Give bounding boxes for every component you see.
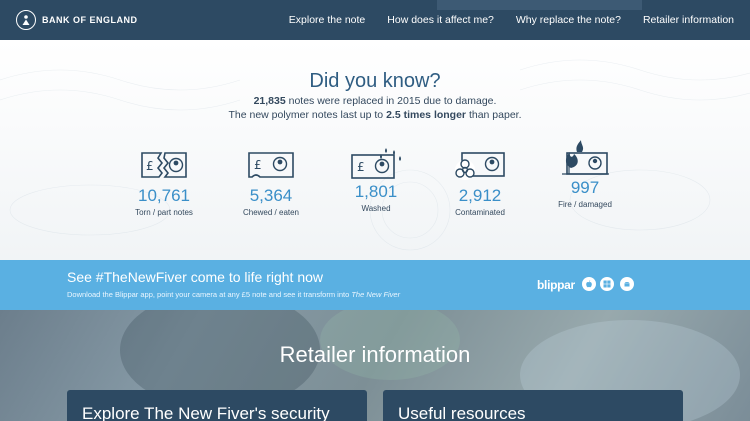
- stat-contaminated-label: Contaminated: [455, 208, 505, 217]
- biohazard-note-icon: [455, 152, 505, 180]
- banner-title: See #TheNewFiver come to life right now: [67, 269, 323, 285]
- banner-subtitle-text: Download the Blippar app, point your cam…: [67, 290, 352, 299]
- security-features-card[interactable]: Explore The New Fiver's security: [67, 390, 367, 421]
- nav-why-replace-the-note[interactable]: Why replace the note?: [516, 14, 621, 26]
- durability-factor: 2.5 times longer: [386, 109, 467, 121]
- replaced-count: 21,835: [253, 95, 286, 107]
- nav-retailer-information[interactable]: Retailer information: [643, 14, 734, 26]
- chewed-note-icon: £: [248, 152, 294, 178]
- polymer-durability-text: The new polymer notes last up to 2.5 tim…: [0, 109, 750, 121]
- retailer-title: Retailer information: [279, 342, 471, 367]
- stat-chewed-label: Chewed / eaten: [242, 208, 300, 217]
- stat-washed-label: Washed: [361, 204, 391, 213]
- damage-summary-text: 21,835 notes were replaced in 2015 due t…: [0, 95, 750, 107]
- stat-chewed-value: 5,364: [249, 186, 293, 205]
- svg-text:£: £: [146, 159, 154, 173]
- britannia-seal-icon: [16, 10, 36, 30]
- blippar-logo[interactable]: blippar: [537, 278, 575, 292]
- did-you-know-section: Did you know? 21,835 notes were replaced…: [0, 40, 750, 260]
- washed-note-icon: £: [351, 148, 401, 179]
- retailer-information-section: Retailer information Explore The New Fiv…: [0, 310, 750, 421]
- durability-start: The new polymer notes last up to: [228, 109, 387, 121]
- stat-washed: £ 1,801 Washed: [326, 146, 426, 213]
- logo-text: BANK OF ENGLAND: [42, 15, 138, 25]
- stat-washed-value: 1,801: [354, 182, 398, 201]
- useful-resources-card[interactable]: Useful resources: [383, 390, 683, 421]
- stat-contaminated: 2,912 Contaminated: [430, 150, 530, 217]
- durability-end: than paper.: [466, 109, 522, 121]
- security-features-card-title: Explore The New Fiver's security: [82, 404, 330, 421]
- torn-note-icon: £: [141, 152, 187, 178]
- nav-explore-the-note[interactable]: Explore the note: [289, 14, 365, 26]
- nav-how-does-it-affect-me[interactable]: How does it affect me?: [387, 14, 494, 26]
- stat-fire: 997 Fire / damaged: [535, 138, 635, 209]
- banner-subtitle: Download the Blippar app, point your cam…: [67, 290, 400, 299]
- svg-text:£: £: [357, 160, 365, 174]
- did-you-know-title: Did you know?: [309, 70, 441, 92]
- stat-fire-value: 997: [570, 178, 600, 197]
- apple-icon[interactable]: [582, 277, 596, 291]
- blippar-banner[interactable]: See #TheNewFiver come to life right now …: [0, 260, 750, 310]
- main-nav: Explore the note How does it affect me? …: [289, 0, 734, 40]
- top-navigation-bar: BANK OF ENGLAND Explore the note How doe…: [0, 0, 750, 40]
- useful-resources-card-title: Useful resources: [398, 404, 526, 421]
- stat-torn-label: Torn / part notes: [135, 208, 193, 217]
- banner-subtitle-italic: The New Fiver: [351, 290, 401, 299]
- stat-torn: £ 10,761 Torn / part notes: [114, 150, 214, 217]
- bank-of-england-logo[interactable]: BANK OF ENGLAND: [16, 10, 138, 30]
- damage-summary-rest: notes were replaced in 2015 due to damag…: [285, 95, 497, 107]
- stat-contaminated-value: 2,912: [458, 186, 502, 205]
- stat-torn-value: 10,761: [138, 186, 190, 205]
- stat-chewed: £ 5,364 Chewed / eaten: [221, 150, 321, 217]
- windows-icon[interactable]: [600, 277, 614, 291]
- svg-text:£: £: [254, 158, 262, 172]
- fire-note-icon: [562, 140, 609, 175]
- android-icon[interactable]: [620, 277, 634, 291]
- stat-fire-label: Fire / damaged: [558, 200, 612, 209]
